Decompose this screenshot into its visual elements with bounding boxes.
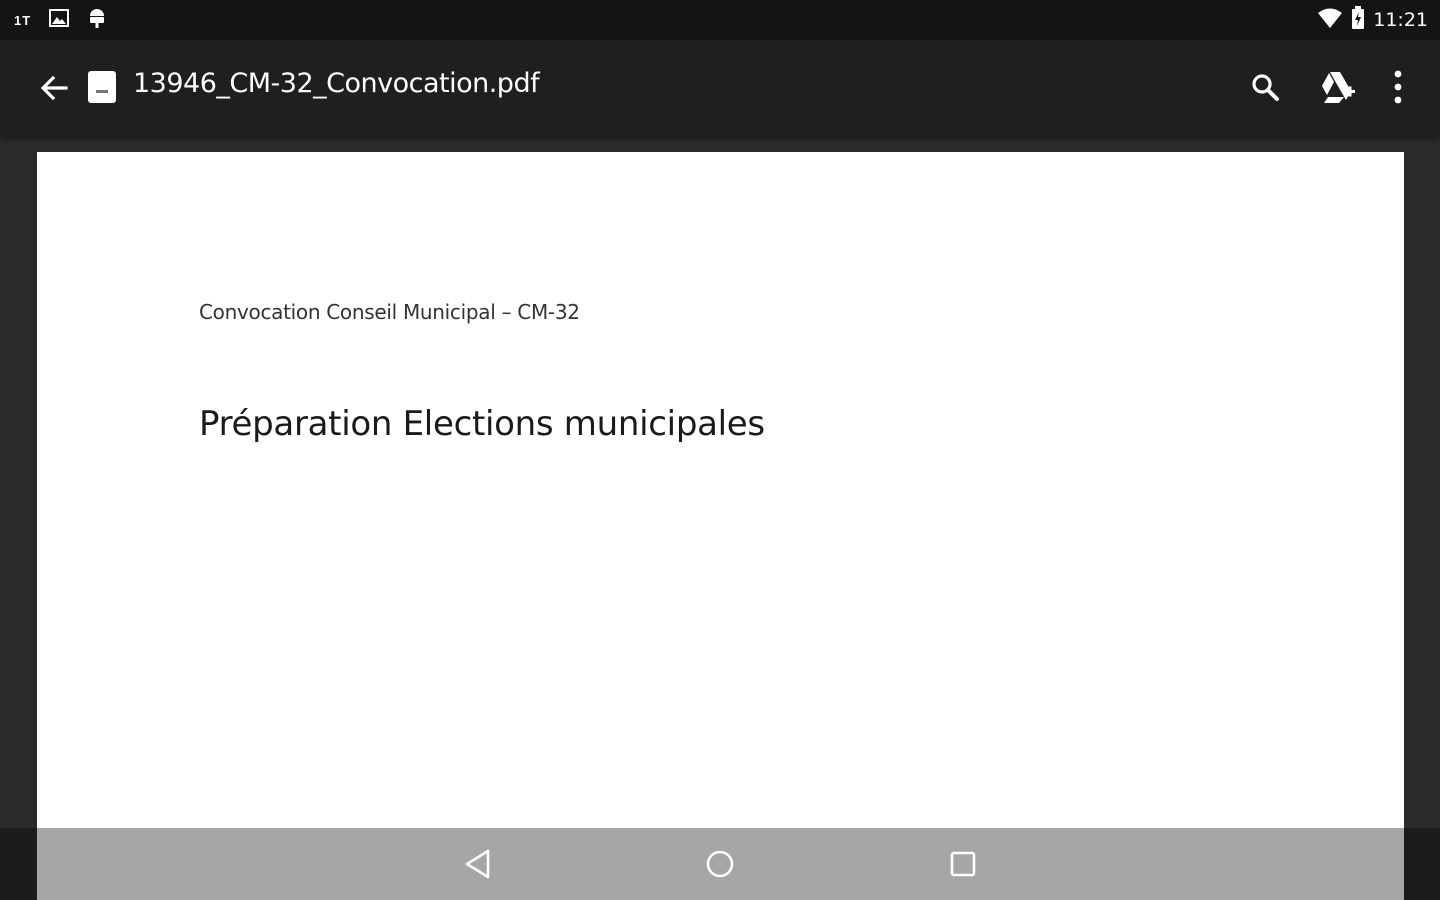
document-heading: Préparation Elections municipales [199, 404, 765, 444]
search-button[interactable] [1240, 62, 1290, 112]
status-system: 11:21 [1317, 6, 1428, 34]
battery-icon [1351, 6, 1365, 34]
android-icon [87, 7, 107, 33]
document-title: 13946_CM-32_Convocation.pdf [133, 68, 540, 99]
more-options-button[interactable] [1373, 62, 1423, 112]
home-circle-icon [706, 850, 734, 878]
arrow-back-icon [40, 75, 68, 101]
google-drive-add-icon [1322, 72, 1355, 103]
pdf-viewer[interactable]: Convocation Conseil Municipal – CM-32 Pr… [0, 135, 1440, 900]
more-vert-icon [1394, 70, 1402, 104]
back-triangle-icon [465, 849, 490, 879]
nav-home-button[interactable] [690, 840, 750, 888]
recents-square-icon [950, 851, 976, 877]
carrier-label: 1T [14, 12, 32, 28]
document-header-line: Convocation Conseil Municipal – CM-32 [199, 300, 580, 324]
add-to-drive-button[interactable] [1312, 62, 1362, 112]
wifi-icon [1317, 7, 1343, 33]
app-bar: 13946_CM-32_Convocation.pdf [0, 40, 1440, 135]
nav-back-button[interactable] [448, 840, 508, 888]
search-icon [1252, 74, 1279, 101]
back-button[interactable] [30, 66, 78, 110]
navigation-bar [0, 828, 1440, 900]
clock: 11:21 [1373, 9, 1428, 31]
pdf-file-icon [88, 71, 116, 103]
nav-recents-button[interactable] [933, 840, 993, 888]
pdf-page[interactable]: Convocation Conseil Municipal – CM-32 Pr… [37, 152, 1404, 900]
image-icon [49, 9, 70, 31]
status-notifications: 1T [14, 6, 107, 34]
status-bar: 1T 11:21 [0, 0, 1440, 40]
